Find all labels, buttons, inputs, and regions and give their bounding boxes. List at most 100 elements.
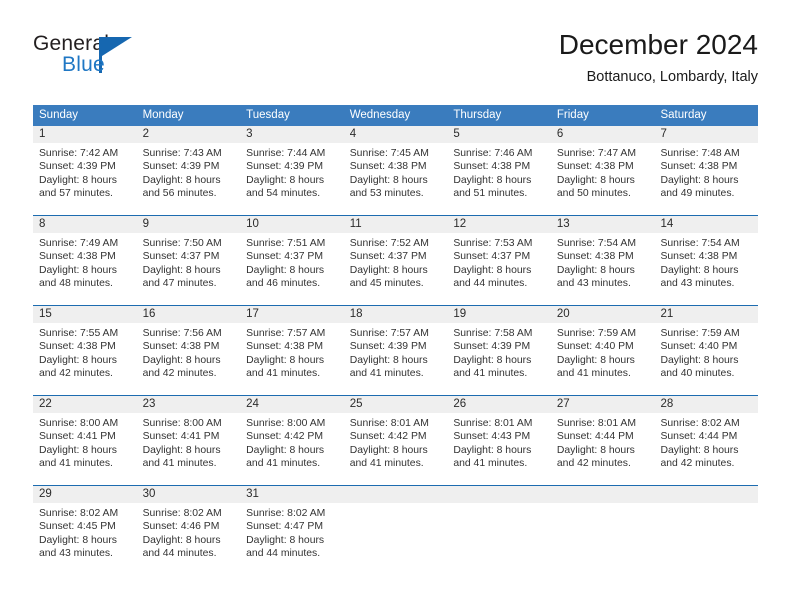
day-number[interactable]: 3 [240, 126, 344, 143]
day-cell[interactable]: Sunrise: 8:01 AM Sunset: 4:43 PM Daylight:… [447, 413, 551, 485]
day-number[interactable]: 28 [654, 396, 758, 413]
day-cell[interactable]: Sunrise: 7:57 AM Sunset: 4:39 PM Daylight:… [344, 323, 448, 395]
day-cell[interactable]: Sunrise: 7:54 AM Sunset: 4:38 PM Daylight:… [654, 233, 758, 305]
day-sunrise-text: Sunrise: 7:42 AM [39, 148, 119, 159]
day-sunrise-text: Sunrise: 7:59 AM [556, 328, 637, 339]
day-number[interactable]: 18 [344, 306, 448, 323]
day-number[interactable]: 12 [447, 216, 551, 233]
general-blue-logo[interactable]: General Blue [33, 32, 273, 88]
day-number[interactable]: 27 [551, 396, 655, 413]
day-number[interactable]: 17 [240, 306, 344, 323]
day-cell[interactable]: Sunrise: 7:56 AM Sunset: 4:38 PM Daylight:… [137, 323, 241, 395]
day-daylight2-text: and 46 minutes. [246, 278, 321, 290]
week-body-row: Sunrise: 7:55 AM Sunset: 4:38 PM Daylight:… [33, 323, 758, 395]
day-cell[interactable]: Sunrise: 7:45 AM Sunset: 4:38 PM Daylight:… [344, 143, 448, 215]
day-number[interactable]: 15 [33, 306, 137, 323]
day-number[interactable]: 22 [33, 396, 137, 413]
day-daylight1-text: Daylight: 8 hours [142, 354, 221, 366]
day-sunset-text: Sunset: 4:37 PM [142, 251, 220, 263]
day-cell[interactable]: Sunrise: 7:51 AM Sunset: 4:37 PM Daylight:… [240, 233, 344, 305]
day-number[interactable]: 9 [137, 216, 241, 233]
day-number[interactable]: 13 [551, 216, 655, 233]
day-sunset-text: Sunset: 4:46 PM [142, 521, 220, 533]
day-number[interactable]: 21 [654, 306, 758, 323]
day-cell[interactable]: Sunrise: 7:54 AM Sunset: 4:38 PM Daylight:… [551, 233, 655, 305]
day-number[interactable]: 24 [240, 396, 344, 413]
day-sunrise-text: Sunrise: 7:57 AM [349, 328, 429, 339]
day-cell[interactable]: Sunrise: 7:52 AM Sunset: 4:37 PM Daylight:… [344, 233, 448, 305]
day-number[interactable]: 16 [137, 306, 241, 323]
day-sunrise-text: Sunrise: 7:58 AM [453, 328, 533, 339]
day-sunset-text: Sunset: 4:39 PM [453, 341, 531, 353]
day-number[interactable]: 19 [447, 306, 551, 323]
day-daylight2-text: and 41 minutes. [453, 458, 528, 470]
day-cell[interactable]: Sunrise: 7:59 AM Sunset: 4:40 PM Daylight:… [551, 323, 655, 395]
day-daylight2-text: and 41 minutes. [246, 368, 321, 380]
day-cell[interactable]: Sunrise: 7:44 AM Sunset: 4:39 PM Daylight:… [240, 143, 344, 215]
day-sunrise-text: Sunrise: 8:00 AM [142, 418, 222, 429]
day-daylight2-text: and 57 minutes. [39, 188, 113, 200]
day-cell[interactable]: Sunrise: 8:00 AM Sunset: 4:41 PM Daylight:… [137, 413, 241, 485]
day-number[interactable]: 8 [33, 216, 137, 233]
day-daylight2-text: and 41 minutes. [556, 368, 631, 380]
day-sunset-text: Sunset: 4:44 PM [556, 431, 634, 443]
day-sunrise-text: Sunrise: 7:49 AM [39, 238, 119, 249]
day-cell[interactable]: Sunrise: 8:02 AM Sunset: 4:44 PM Daylight:… [654, 413, 758, 485]
day-number[interactable]: 10 [240, 216, 344, 233]
day-sunrise-text: Sunrise: 7:46 AM [453, 148, 533, 159]
day-number[interactable]: 26 [447, 396, 551, 413]
day-number[interactable]: 2 [137, 126, 241, 143]
day-daylight1-text: Daylight: 8 hours [556, 444, 635, 456]
day-number[interactable]: 20 [551, 306, 655, 323]
day-number[interactable]: 4 [344, 126, 448, 143]
day-sunset-text: Sunset: 4:37 PM [246, 251, 323, 263]
page-title: December 2024 [558, 29, 758, 60]
day-cell[interactable]: Sunrise: 7:50 AM Sunset: 4:37 PM Daylight:… [137, 233, 241, 305]
day-number[interactable]: 31 [240, 486, 344, 503]
day-cell[interactable]: Sunrise: 7:42 AM Sunset: 4:39 PM Daylight:… [33, 143, 137, 215]
day-cell[interactable]: Sunrise: 7:49 AM Sunset: 4:38 PM Daylight:… [33, 233, 137, 305]
day-cell[interactable]: Sunrise: 8:01 AM Sunset: 4:44 PM Daylight:… [551, 413, 655, 485]
day-number[interactable]: 1 [33, 126, 137, 143]
day-daylight1-text: Daylight: 8 hours [453, 354, 532, 366]
day-number[interactable]: 11 [344, 216, 448, 233]
day-daylight2-text: and 42 minutes. [142, 368, 217, 380]
day-cell[interactable]: Sunrise: 7:57 AM Sunset: 4:38 PM Daylight:… [240, 323, 344, 395]
day-cell[interactable]: Sunrise: 7:58 AM Sunset: 4:39 PM Daylight:… [447, 323, 551, 395]
day-number[interactable]: 6 [551, 126, 655, 143]
day-cell[interactable]: Sunrise: 7:59 AM Sunset: 4:40 PM Daylight:… [654, 323, 758, 395]
day-cell[interactable]: Sunrise: 7:46 AM Sunset: 4:38 PM Daylight:… [447, 143, 551, 215]
weekday-header-row: Sunday Monday Tuesday Wednesday Thursday… [33, 105, 758, 126]
weekday-header-sunday: Sunday [39, 109, 79, 121]
day-cell[interactable]: Sunrise: 8:00 AM Sunset: 4:41 PM Daylight:… [33, 413, 137, 485]
day-sunset-text: Sunset: 4:39 PM [39, 161, 116, 173]
calendar-page: General Blue December 2024 Bottanuco, Lo… [0, 0, 792, 612]
day-cell[interactable]: Sunrise: 8:02 AM Sunset: 4:45 PM Daylight:… [33, 503, 137, 575]
day-cell[interactable]: Sunrise: 7:43 AM Sunset: 4:39 PM Daylight:… [137, 143, 241, 215]
day-number[interactable]: 23 [137, 396, 241, 413]
day-daylight2-text: and 41 minutes. [142, 458, 217, 470]
day-daylight1-text: Daylight: 8 hours [246, 444, 325, 456]
day-cell[interactable]: Sunrise: 7:53 AM Sunset: 4:37 PM Daylight:… [447, 233, 551, 305]
day-number[interactable]: 5 [447, 126, 551, 143]
day-daylight1-text: Daylight: 8 hours [246, 264, 325, 276]
day-cell[interactable]: Sunrise: 7:47 AM Sunset: 4:38 PM Daylight:… [551, 143, 655, 215]
day-sunrise-text: Sunrise: 8:00 AM [39, 418, 119, 429]
day-cell[interactable]: Sunrise: 8:01 AM Sunset: 4:42 PM Daylight:… [344, 413, 448, 485]
day-cell[interactable]: Sunrise: 8:02 AM Sunset: 4:47 PM Daylight:… [240, 503, 344, 575]
day-number[interactable]: 7 [654, 126, 758, 143]
day-daylight1-text: Daylight: 8 hours [453, 174, 532, 186]
day-daylight2-text: and 44 minutes. [142, 548, 217, 560]
day-cell[interactable]: Sunrise: 7:55 AM Sunset: 4:38 PM Daylight:… [33, 323, 137, 395]
day-sunset-text: Sunset: 4:42 PM [349, 431, 427, 443]
day-number[interactable]: 29 [33, 486, 137, 503]
day-cell[interactable]: Sunrise: 8:00 AM Sunset: 4:42 PM Daylight:… [240, 413, 344, 485]
day-cell[interactable]: Sunrise: 7:48 AM Sunset: 4:38 PM Daylight:… [654, 143, 758, 215]
day-number[interactable]: 25 [344, 396, 448, 413]
day-daylight1-text: Daylight: 8 hours [39, 354, 117, 366]
day-number[interactable]: 30 [137, 486, 241, 503]
day-daylight2-text: and 43 minutes. [660, 278, 735, 290]
day-cell[interactable]: Sunrise: 8:02 AM Sunset: 4:46 PM Daylight:… [137, 503, 241, 575]
day-daylight1-text: Daylight: 8 hours [660, 354, 739, 366]
day-number[interactable]: 14 [654, 216, 758, 233]
